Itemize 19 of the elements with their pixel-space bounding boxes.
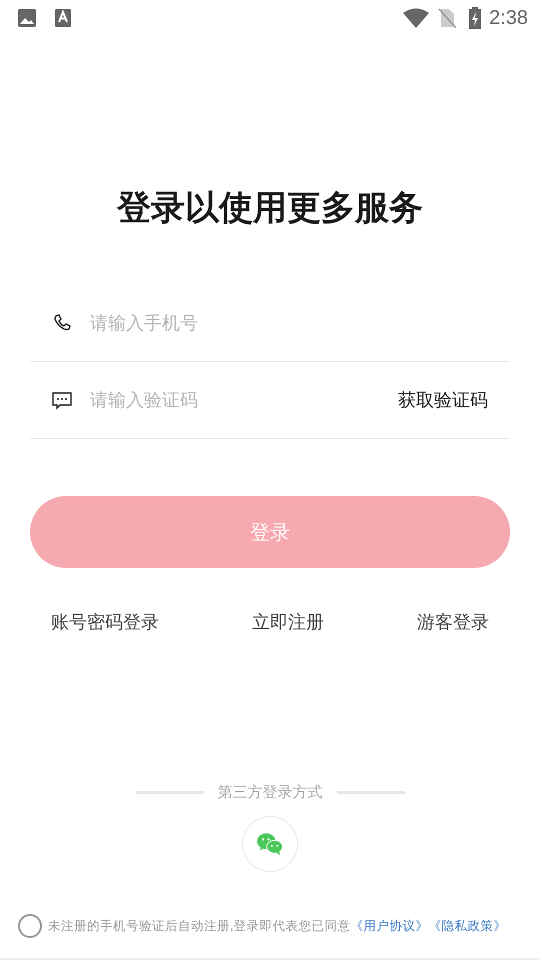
- phone-icon: [52, 313, 72, 333]
- login-option-link[interactable]: 账号密码登录: [51, 610, 159, 634]
- login-option-link[interactable]: 游客登录: [417, 610, 489, 634]
- get-code-button[interactable]: 获取验证码: [398, 384, 488, 416]
- policy-link[interactable]: 《用户协议》: [350, 918, 428, 932]
- message-icon: [52, 390, 72, 410]
- agreement-checkbox[interactable]: [18, 914, 42, 938]
- battery-charging-icon: [469, 7, 482, 29]
- no-sim-icon: [437, 8, 458, 28]
- font-icon: [53, 8, 73, 28]
- clock-time: 2:38: [489, 6, 528, 30]
- login-option-link[interactable]: 立即注册: [252, 610, 324, 634]
- third-party-label: 第三方登录方式: [218, 783, 322, 802]
- image-icon: [17, 8, 37, 28]
- wifi-icon: [403, 8, 430, 28]
- chat-bubbles-icon: [256, 832, 284, 856]
- policy-link[interactable]: 《隐私政策》: [428, 918, 506, 932]
- agreement-text: 未注册的手机号验证后自动注册,登录即代表您已同意《用户协议》《隐私政策》: [48, 918, 506, 934]
- page-title: 登录以使用更多服务: [116, 187, 424, 230]
